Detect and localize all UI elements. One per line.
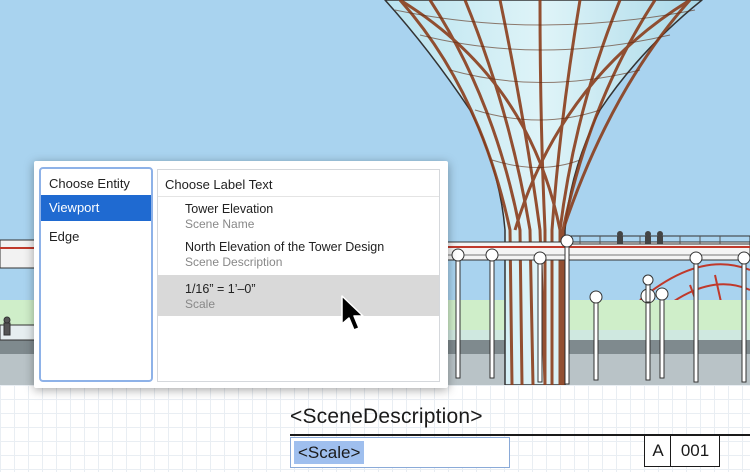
entity-item-viewport[interactable]: Viewport [41,195,151,221]
label-text-header: Choose Label Text [158,170,439,197]
sheet-number-box: 001 [670,435,720,467]
label-option-scale[interactable]: 1/16” = 1’–0” Scale [158,275,439,316]
label-option-scene-name[interactable]: Tower Elevation Scene Name [158,197,439,235]
label-option-scene-description[interactable]: North Elevation of the Tower Design Scen… [158,235,439,273]
label-option-kind: Scene Description [185,255,283,269]
mouse-pointer-icon [341,295,364,331]
entity-list-header: Choose Entity [49,176,130,191]
label-option-kind: Scale [185,297,216,311]
label-option-kind: Scene Name [185,217,255,231]
scale-text-field[interactable]: <Scale> [290,437,510,468]
scene-description-token[interactable]: <SceneDescription> [290,405,483,429]
label-text-panel: Choose Label Text Tower Elevation Scene … [157,169,440,382]
sheet-letter-box: A [644,435,672,467]
label-option-value: Tower Elevation [185,202,274,216]
label-option-value: 1/16” = 1’–0” [185,282,256,296]
label-option-value: North Elevation of the Tower Design [185,240,385,254]
scale-token-selected[interactable]: <Scale> [294,441,365,464]
walkway-left [0,239,37,269]
label-text-popup: Choose Entity Viewport Edge Choose Label… [34,161,448,388]
entity-list-panel: Choose Entity Viewport Edge [39,167,153,382]
entity-item-edge[interactable]: Edge [41,224,151,250]
